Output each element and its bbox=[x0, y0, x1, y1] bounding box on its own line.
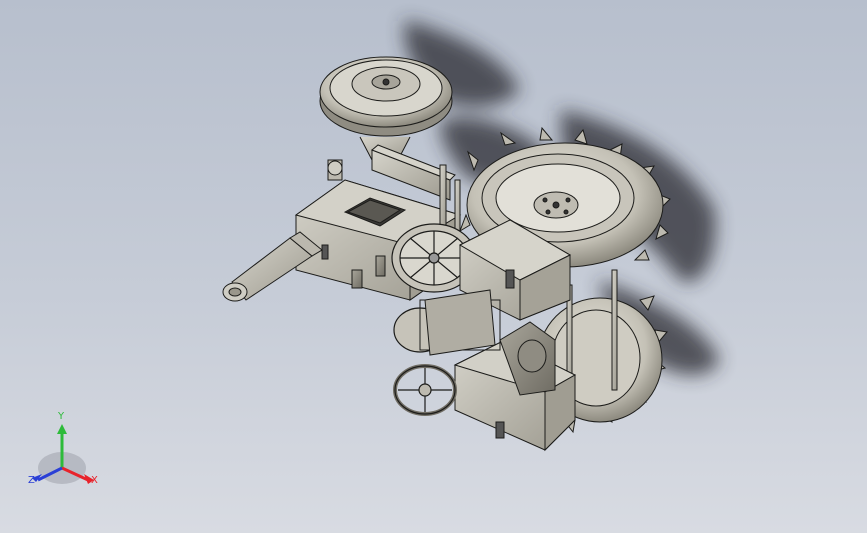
x-axis-label: X bbox=[91, 475, 98, 486]
y-axis-label: Y bbox=[58, 411, 65, 422]
coordinate-triad: Y X Z bbox=[22, 412, 106, 498]
3d-model-viewport[interactable] bbox=[0, 0, 867, 533]
pulley-wheel[interactable] bbox=[319, 56, 453, 161]
steering-wheel[interactable] bbox=[393, 364, 457, 416]
z-axis-label: Z bbox=[28, 475, 35, 486]
tractor-model[interactable] bbox=[0, 0, 867, 533]
y-axis-arrow bbox=[57, 424, 67, 434]
triad-axes bbox=[32, 424, 94, 484]
